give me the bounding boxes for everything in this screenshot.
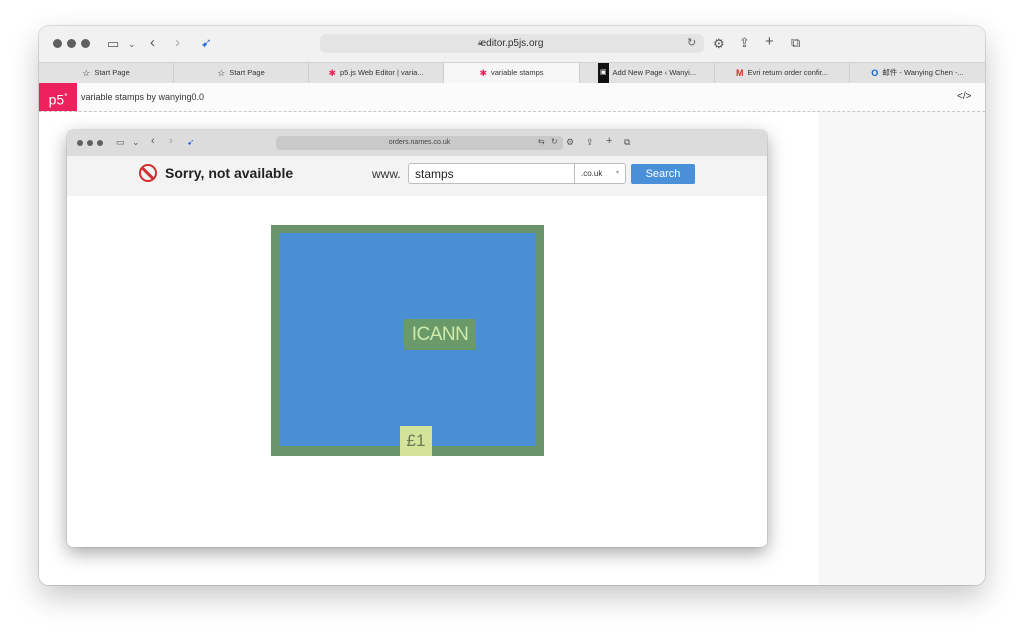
inner-back-icon: ‹: [151, 135, 155, 147]
inner-plus-icon: +: [606, 135, 613, 147]
tab-overview-icon[interactable]: ⧉: [791, 36, 800, 50]
tab-label: 邮件 - Wanying Chen -...: [882, 68, 964, 77]
inner-minimize-dot: [87, 140, 93, 146]
embedded-screenshot-window: ▭ ⌄ ‹ › ➹ orders.names.co.uk ⇆ ↻ ⚙ ⇪ + ⧉…: [67, 130, 767, 547]
chevron-down-icon[interactable]: ⌄: [128, 37, 136, 51]
right-panel: [819, 112, 985, 585]
inner-address-bar: orders.names.co.uk ⇆ ↻: [276, 136, 563, 150]
p5-asterisk-icon: ✱: [328, 68, 337, 79]
tab-label: p5.js Web Editor | varia...: [340, 68, 424, 77]
code-toggle-icon[interactable]: </>: [957, 83, 971, 111]
close-window-button[interactable]: [53, 39, 62, 48]
tab-label: Start Page: [229, 68, 265, 77]
tab-strip: ☆ Start Page ☆ Start Page ✱ p5.js Web Edito…: [39, 62, 985, 84]
share-icon[interactable]: ⇪: [739, 36, 750, 50]
star-icon: ☆: [217, 68, 226, 79]
inner-reload-icon: ↻: [551, 137, 558, 146]
tab-outlook-mail[interactable]: O 邮件 - Wanying Chen -...: [850, 63, 985, 83]
inner-forward-icon: ›: [169, 135, 173, 147]
tab-variable-stamps[interactable]: ✱ variable stamps: [444, 63, 580, 83]
domain-search-header: Sorry, not available www. .co.uk ▾ Searc…: [67, 156, 767, 196]
inner-address-text: orders.names.co.uk: [388, 139, 451, 146]
inner-tabs-icon: ⧉: [624, 137, 631, 147]
availability-message: Sorry, not available: [165, 165, 294, 181]
www-prefix: www.: [372, 167, 401, 181]
address-bar[interactable]: 🔒︎ editor.p5js.org ↻: [320, 34, 704, 53]
inner-close-dot: [77, 140, 83, 146]
search-button[interactable]: Search: [631, 164, 695, 184]
p5-asterisk-icon: ✱: [479, 68, 487, 79]
tab-p5-editor[interactable]: ✱ p5.js Web Editor | varia...: [309, 63, 444, 83]
outlook-icon: O: [871, 68, 879, 79]
minimize-window-button[interactable]: [67, 39, 76, 48]
back-icon[interactable]: ‹: [150, 35, 155, 50]
gmail-icon: M: [736, 68, 744, 79]
p5-editor-header: p5* variable stamps by wanying0.0 </>: [39, 83, 985, 112]
tab-start-page-2[interactable]: ☆ Start Page: [174, 63, 309, 83]
browser-toolbar: ▭ ⌄ ‹ › ➹ 🔒︎ editor.p5js.org ↻ ⚙ ⇪ + ⧉: [39, 26, 985, 62]
inner-browser-toolbar: ▭ ⌄ ‹ › ➹ orders.names.co.uk ⇆ ↻ ⚙ ⇪ + ⧉: [67, 130, 767, 156]
privacy-bird-icon[interactable]: ➹: [201, 36, 212, 50]
tab-evri-return[interactable]: M Evri return order confir...: [715, 63, 850, 83]
price-text: £1: [406, 431, 426, 450]
reload-icon[interactable]: ↻: [687, 36, 696, 49]
inner-chevron-down-icon: ⌄: [132, 137, 140, 147]
p5-logo[interactable]: p5*: [39, 83, 77, 111]
inner-privacy-bird-icon: ➹: [187, 137, 195, 147]
new-tab-plus-icon[interactable]: +: [765, 34, 774, 49]
inner-gear-icon: ⚙: [566, 137, 575, 147]
domain-search-input[interactable]: [408, 163, 575, 184]
sidebar-icon[interactable]: ▭: [107, 37, 119, 51]
logo-asterisk: *: [64, 92, 68, 101]
settings-gear-icon[interactable]: ⚙: [713, 37, 725, 51]
tld-value: .co.uk: [581, 169, 603, 178]
caret-down-icon: ▾: [616, 170, 620, 176]
tab-label: Add New Page ‹ Wanyi...: [612, 68, 697, 77]
star-icon: ☆: [82, 68, 91, 79]
inner-zoom-dot: [97, 140, 103, 146]
inner-sidebar-icon: ▭: [116, 137, 125, 147]
tab-add-new-page[interactable]: ▣ Add New Page ‹ Wanyi...: [580, 63, 715, 83]
tld-select[interactable]: .co.uk ▾: [575, 163, 626, 184]
sketch-title: variable stamps by wanying0.0: [81, 92, 205, 102]
inner-share-icon: ⇪: [586, 137, 594, 147]
logo-text: p5: [48, 91, 65, 108]
forward-icon[interactable]: ›: [175, 35, 180, 50]
tab-start-page-1[interactable]: ☆ Start Page: [39, 63, 174, 83]
wordpress-icon: ▣: [597, 63, 609, 83]
tab-label: Start Page: [94, 68, 130, 77]
zoom-window-button[interactable]: [81, 39, 90, 48]
not-available-icon: [139, 164, 157, 182]
stamp-brand-text: ICANN: [411, 324, 469, 345]
tab-label: variable stamps: [491, 68, 544, 77]
tab-label: Evri return order confir...: [747, 68, 828, 77]
address-text: editor.p5js.org: [480, 38, 544, 49]
inner-translate-icon: ⇆: [538, 137, 545, 146]
